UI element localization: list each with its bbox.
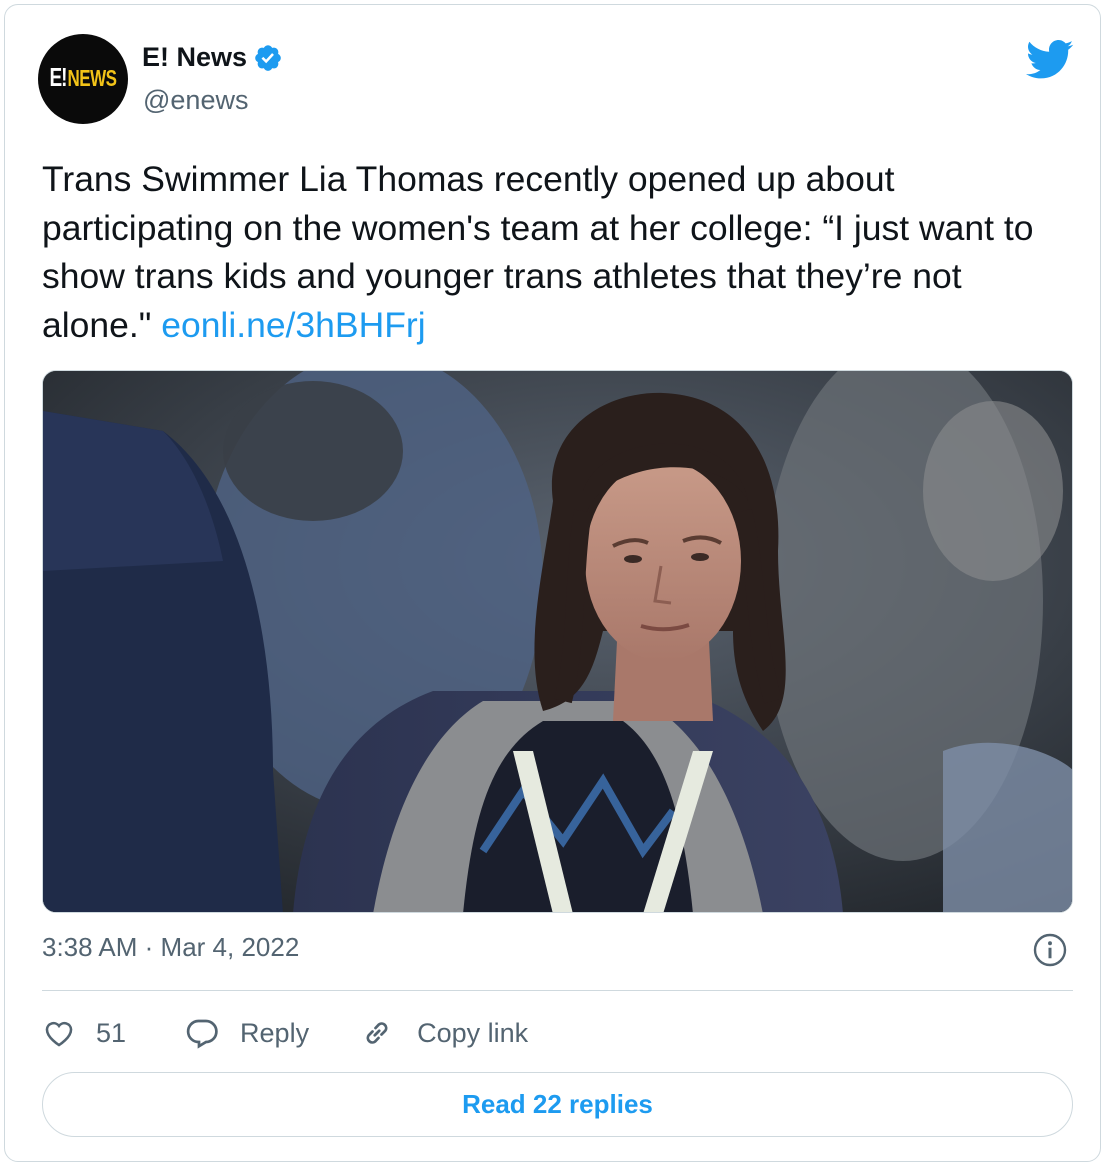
timestamp-time: 3:38 AM [42, 932, 138, 962]
swimmer-photo-illustration [43, 371, 1072, 912]
reply-bubble-icon [184, 1015, 220, 1051]
like-button[interactable]: 51 [42, 1016, 126, 1050]
like-count: 51 [96, 1017, 127, 1048]
read-replies-button[interactable]: Read 22 replies [42, 1072, 1073, 1137]
author-name-row: E! News [142, 42, 283, 73]
copy-link-button[interactable]: Copy link [359, 1015, 528, 1051]
avatar[interactable]: E! NEWS [38, 34, 128, 124]
divider [42, 990, 1073, 991]
heart-icon [42, 1016, 76, 1050]
twitter-bird-icon[interactable] [1026, 40, 1074, 80]
tweet-photo[interactable] [42, 370, 1073, 913]
tweet-timestamp[interactable]: 3:38 AM · Mar 4, 2022 [42, 932, 299, 963]
tweet-card: E! NEWS E! News @enews Trans Swimmer Lia… [4, 4, 1101, 1162]
logo-mark: E! [49, 64, 68, 93]
action-bar: 51 Reply Copy link [42, 1011, 528, 1055]
link-icon [359, 1015, 395, 1051]
timestamp-date: Mar 4, 2022 [160, 932, 300, 962]
verified-badge-icon [253, 43, 283, 73]
info-icon[interactable] [1032, 932, 1068, 968]
reply-label: Reply [240, 1017, 310, 1048]
tweet-text: Trans Swimmer Lia Thomas recently opened… [42, 155, 1052, 349]
read-replies-label: Read 22 replies [462, 1089, 653, 1119]
timestamp-separator: · [144, 932, 154, 962]
author-handle[interactable]: @enews [143, 85, 248, 116]
reply-button[interactable]: Reply [184, 1015, 309, 1051]
author-display-name[interactable]: E! News [142, 42, 247, 73]
copy-link-label: Copy link [417, 1017, 529, 1048]
logo-word: NEWS [67, 65, 118, 92]
enews-logo: E! NEWS [49, 64, 118, 94]
tweet-link[interactable]: eonli.ne/3hBHFrj [161, 305, 425, 345]
